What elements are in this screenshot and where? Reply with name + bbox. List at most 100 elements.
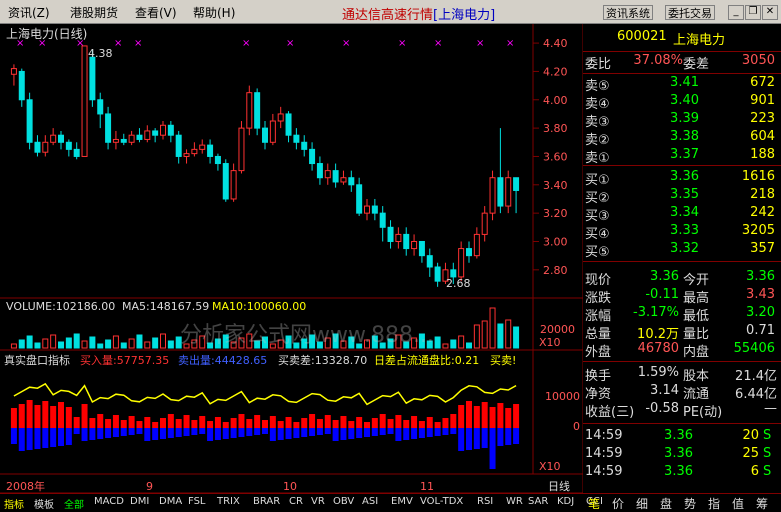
buy-bar — [340, 416, 347, 428]
right-tab-5[interactable]: 指 — [708, 495, 720, 512]
volume-bar — [144, 341, 151, 349]
stat-row: 涨幅 -3.17% 最低 3.20 — [585, 305, 775, 324]
right-tab-0[interactable]: 笔 — [588, 495, 600, 512]
kline-chart[interactable]: × × × × × × × × × × × × 上海电力(日线) 4.38 2.68 4.404.20… — [0, 24, 583, 494]
tab-obv[interactable]: OBV — [333, 496, 354, 507]
tab-emv[interactable]: EMV — [391, 496, 413, 507]
sell-bar — [97, 428, 104, 439]
tab-dmi[interactable]: DMI — [130, 496, 149, 507]
tab-dma[interactable]: DMA — [159, 496, 182, 507]
buy-bar — [285, 417, 292, 428]
candle-body — [112, 138, 119, 143]
tab-vol-tdx[interactable]: VOL-TDX — [420, 496, 463, 507]
sell-bar — [371, 428, 378, 436]
buy-bar — [489, 407, 496, 428]
minimize-icon[interactable]: _ — [728, 5, 744, 20]
tab-wr[interactable]: WR — [506, 496, 523, 507]
candle-body — [458, 248, 465, 278]
menu-help[interactable]: 帮助(H) — [193, 4, 235, 21]
buy-bar — [73, 417, 80, 428]
volume-bar — [497, 323, 504, 349]
menu-ganggu[interactable]: 港股期货 — [70, 4, 118, 21]
vol-tick-20000: 20000 — [540, 323, 575, 336]
tick-row: 14:59 3.36 6 S — [585, 464, 772, 479]
sell-bar — [434, 428, 441, 436]
candle-body — [105, 113, 112, 143]
buy-bar — [65, 407, 72, 428]
right-tab-6[interactable]: 值 — [732, 495, 744, 512]
candle-body — [18, 70, 25, 101]
order-row[interactable]: 卖⑤ 3.41 672 — [583, 75, 781, 95]
volume-bar — [458, 335, 465, 349]
right-tab-4[interactable]: 势 — [684, 495, 696, 512]
signal-marker: × — [506, 38, 514, 49]
sell-bar — [450, 428, 457, 434]
order-row[interactable]: 卖④ 3.40 901 — [583, 93, 781, 113]
order-row[interactable]: 买④ 3.33 3205 — [583, 223, 781, 243]
tab-sar[interactable]: SAR — [528, 496, 548, 507]
buy-bar — [136, 421, 143, 428]
sell-bar — [207, 428, 214, 441]
stat2-row: 换手 1.59% 股本 21.4亿 — [585, 365, 777, 384]
order-row[interactable]: 买① 3.36 1616 — [583, 169, 781, 189]
buy-bar — [128, 416, 135, 428]
tab-asi[interactable]: ASI — [362, 496, 378, 507]
signal-marker: × — [434, 38, 442, 49]
order-row[interactable]: 卖③ 3.39 223 — [583, 111, 781, 131]
volume-bar — [18, 339, 25, 349]
order-row[interactable]: 卖① 3.37 188 — [583, 147, 781, 167]
signal-marker: × — [134, 38, 142, 49]
candle-body — [379, 212, 386, 228]
volume-bar — [152, 337, 159, 349]
tab-指标[interactable]: 指标 — [4, 496, 24, 511]
sell-bar — [254, 428, 261, 435]
tab-cr[interactable]: CR — [289, 496, 303, 507]
tab-kdj[interactable]: KDJ — [557, 496, 574, 507]
tab-全部[interactable]: 全部 — [64, 496, 84, 511]
tab-vr[interactable]: VR — [311, 496, 325, 507]
sell-bar — [473, 428, 480, 449]
tab-fsl[interactable]: FSL — [188, 496, 206, 507]
weibi-value: 37.08% — [633, 53, 683, 68]
tab-rsi[interactable]: RSI — [477, 496, 493, 507]
buy-bar — [89, 418, 96, 428]
trade-button[interactable]: 委托交易 — [665, 5, 715, 20]
tab-trix[interactable]: TRIX — [217, 496, 240, 507]
buy-bar — [254, 415, 261, 428]
candle-body — [65, 141, 72, 150]
buy-bar — [364, 422, 370, 428]
right-tab-1[interactable]: 价 — [612, 495, 624, 512]
buy-bar — [175, 419, 182, 428]
order-row[interactable]: 买② 3.35 218 — [583, 187, 781, 207]
tick-row: 14:59 3.36 20 S — [585, 428, 772, 443]
ind-tick-10000: 10000 — [545, 390, 580, 403]
sell-bar — [395, 428, 402, 441]
tab-模板[interactable]: 模板 — [34, 496, 54, 511]
info-system-button[interactable]: 资讯系统 — [603, 5, 653, 20]
order-row[interactable]: 卖② 3.38 604 — [583, 129, 781, 149]
restore-icon[interactable]: ❐ — [745, 5, 761, 20]
candle-body — [324, 170, 331, 179]
candle-body — [246, 92, 253, 129]
candle-body — [340, 177, 347, 183]
volume-bar — [105, 339, 112, 349]
period-label[interactable]: 日线 — [548, 479, 570, 493]
menu-zixun[interactable]: 资讯(Z) — [8, 4, 50, 21]
right-tab-7[interactable]: 筹 — [756, 495, 768, 512]
candle-body — [285, 113, 292, 136]
sell-bar — [128, 428, 135, 435]
order-row[interactable]: 买⑤ 3.32 357 — [583, 241, 781, 261]
ma10-text: MA10:100060.00 — [212, 300, 306, 313]
buy-bar — [332, 420, 339, 428]
menu-view[interactable]: 查看(V) — [135, 4, 177, 21]
close-icon[interactable]: ✕ — [762, 5, 778, 20]
buy-bar — [50, 406, 57, 428]
tab-macd[interactable]: MACD — [94, 496, 124, 507]
price-tick: 3.80 — [543, 122, 568, 135]
right-tab-2[interactable]: 细 — [636, 495, 648, 512]
right-tab-3[interactable]: 盘 — [660, 495, 672, 512]
candle-body — [160, 124, 166, 136]
buy-bar — [207, 421, 214, 428]
order-row[interactable]: 买③ 3.34 242 — [583, 205, 781, 225]
tab-brar[interactable]: BRAR — [253, 496, 280, 507]
